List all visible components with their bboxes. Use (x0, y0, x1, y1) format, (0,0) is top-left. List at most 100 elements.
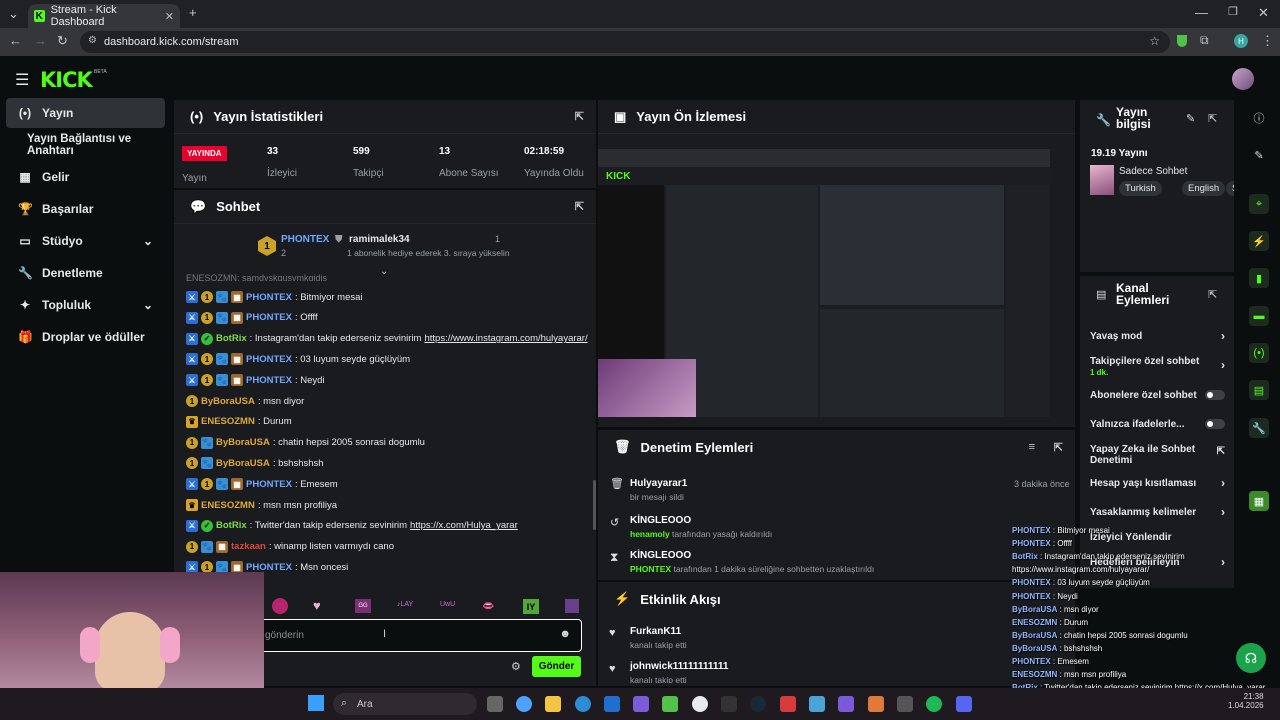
broadcast-icon[interactable]: (•) (1249, 343, 1269, 363)
chat-message[interactable]: ⚔ ✓ BotRix: Instagram'dan takip ederseniz … (186, 332, 588, 345)
popout-icon[interactable]: ⇱ (575, 200, 584, 213)
send-button[interactable]: Gönder (532, 656, 581, 677)
chat-message[interactable]: ⚔ 1 🐾 ▦ PHONTEX: Bitmiyor mesai (186, 291, 363, 303)
tag-chip[interactable]: Turkish (1119, 181, 1162, 196)
chat-message[interactable]: 1 🐾 ▦ tazkaan: winamp listen varmıydı cano (186, 540, 394, 553)
chat-username[interactable]: PHONTEX (246, 292, 292, 303)
action-emotes-only[interactable]: Yalnızca ifadelerle... (1090, 419, 1225, 430)
chat-message[interactable]: 1 ByBoraUSA: msn diyor (186, 395, 304, 407)
hamburger-menu-icon[interactable]: ☰ (15, 70, 29, 90)
popout-icon[interactable]: ⇱ (575, 110, 584, 123)
discord-icon[interactable] (956, 696, 972, 712)
sidebar-item-denetleme[interactable]: 🔧 Denetleme (6, 258, 165, 288)
chat-message[interactable]: ⚔ ✓ BotRix: Twitter'dan takip ederseniz se… (186, 519, 518, 532)
chat-message[interactable]: ♛ ENESOZMN: msn msn profiliya (186, 499, 337, 511)
support-chat-icon[interactable]: ☊ (1236, 643, 1266, 673)
edge-browser-icon[interactable] (575, 696, 591, 712)
outlook-icon[interactable] (604, 696, 620, 712)
heart-emote[interactable]: ♥ (313, 598, 321, 613)
trash-icon[interactable]: ▮ (1249, 268, 1269, 288)
chat-message[interactable]: 1 🐾 ByBoraUSA: bshshshsh (186, 457, 324, 470)
spotify-icon[interactable] (926, 696, 942, 712)
sidebar-item-stream-key[interactable]: Yayın Bağlantısı ve Anahtarı (6, 130, 165, 160)
info-icon[interactable]: ⓘ (1249, 108, 1269, 128)
sidebar-item-basarilar[interactable]: 🏆 Başarılar (6, 194, 165, 224)
emote-4[interactable]: ♪LAY (397, 601, 413, 608)
extensions-icon[interactable]: ⧉ (1200, 33, 1209, 48)
pinned-user-2[interactable]: ramimalek34 (349, 234, 410, 245)
toggle-switch[interactable] (1205, 390, 1225, 400)
chat-message[interactable]: ⚔ 1 🐾 ▦ PHONTEX: 03 luyum seyde güçlüyüm (186, 353, 410, 366)
chat-link[interactable]: https://x.com/Hulya_yarar (410, 520, 518, 531)
pinned-user[interactable]: PHONTEX (281, 234, 329, 245)
tag-chip[interactable]: English (1182, 181, 1226, 196)
chat-username[interactable]: PHONTEX (246, 375, 292, 386)
chat-message[interactable]: ⚔ 1 🐾 ▦ PHONTEX: Offff (186, 311, 318, 324)
edit-icon[interactable]: ✎ (1249, 145, 1269, 165)
chat-username[interactable]: ByBoraUSA (216, 437, 270, 448)
close-tab-icon[interactable]: ✕ (165, 10, 174, 23)
chat-username[interactable]: ENESOZMN (201, 416, 255, 427)
chat-message[interactable]: 1 🐾 ByBoraUSA: chatin hepsi 2005 sonrasi d… (186, 436, 425, 449)
new-tab-icon[interactable]: + (189, 5, 197, 20)
chat-username[interactable]: ENESOZMN (201, 500, 255, 511)
user-avatar[interactable] (1232, 68, 1254, 90)
chat-message[interactable]: ⚔ 1 🐾 ▦ PHONTEX: Neydi (186, 374, 325, 387)
chat-username[interactable]: ByBoraUSA (216, 458, 270, 469)
edge-icon[interactable] (516, 696, 532, 712)
category-name[interactable]: Sadece Sohbet (1119, 166, 1187, 177)
emote-7[interactable]: IY (523, 599, 539, 614)
chat-username[interactable]: tazkaan (231, 541, 266, 552)
taskbar-search[interactable]: ⌕ Ara (333, 693, 477, 715)
lightning-icon[interactable]: ⚡ (1249, 231, 1269, 251)
close-window-icon[interactable]: ✕ (1258, 5, 1269, 21)
stream-preview-video[interactable]: KICK (598, 149, 1050, 417)
chat-scrollbar[interactable] (593, 480, 596, 530)
maximize-icon[interactable]: ❐ (1228, 5, 1238, 18)
profile-avatar[interactable]: H (1234, 34, 1248, 48)
sidebar-item-topluluk[interactable]: ✦ Topluluk ⌄ (6, 290, 165, 320)
category-icon[interactable]: ▦ (1249, 491, 1269, 511)
action-ai-moderation[interactable]: Yapay Zeka ile Sohbet Denetimi ⇱ (1090, 444, 1225, 466)
action-account-age[interactable]: Hesap yaşı kısıtlaması › (1090, 476, 1225, 490)
action-slow-mode[interactable]: Yavaş mod › (1090, 329, 1225, 343)
kick-app-icon[interactable] (662, 696, 678, 712)
action-subscribers-only[interactable]: Abonelere özel sohbet (1090, 390, 1225, 401)
app-icon[interactable] (838, 696, 854, 712)
action-banned-words[interactable]: Yasaklanmış kelimeler › (1090, 505, 1225, 519)
channel-actions-icon[interactable]: ▤ (1249, 380, 1269, 400)
chat-message[interactable]: ♛ ENESOZMN: Durum (186, 415, 292, 428)
chat-bubble-icon[interactable]: ▬ (1249, 306, 1269, 326)
chat-username[interactable]: BotRix (216, 333, 247, 344)
filter-icon[interactable]: ≡ (1029, 441, 1035, 453)
sidebar-item-droplar[interactable]: 🎁 Droplar ve ödüller (6, 322, 165, 352)
address-bar[interactable]: ⚙ dashboard.kick.com/stream ☆ (80, 31, 1170, 53)
popout-icon[interactable]: ⇱ (1208, 288, 1217, 301)
action-followers-only[interactable]: Takipçilere özel sohbet 1 dk. › (1090, 356, 1225, 377)
wrench-icon[interactable]: 🔧 (1249, 418, 1269, 438)
app-icon[interactable] (809, 696, 825, 712)
chat-username[interactable]: BotRix (216, 520, 247, 531)
tag-chip[interactable]: S (1226, 181, 1234, 196)
emoji-icon[interactable]: ☻ (559, 628, 571, 640)
chrome-icon[interactable] (692, 696, 708, 712)
sidebar-item-studyo[interactable]: ▭ Stüdyo ⌄ (6, 226, 165, 256)
browser-tab[interactable]: K Stream - Kick Dashboard ✕ (28, 4, 180, 28)
explorer-icon[interactable] (545, 696, 561, 712)
sidebar-item-yayin[interactable]: (•) Yayın (6, 98, 165, 128)
emote-5[interactable]: UwU (440, 601, 455, 608)
minimize-icon[interactable]: — (1195, 5, 1208, 20)
app-icon[interactable] (868, 696, 884, 712)
emote-8[interactable] (565, 599, 579, 613)
kick-logo[interactable]: KICK (40, 68, 93, 92)
browser-menu-icon[interactable]: ⋮ (1261, 33, 1274, 49)
lips-emote[interactable]: 👄 (482, 601, 494, 612)
sidebar-item-gelir[interactable]: ▦ Gelir (6, 162, 165, 192)
popout-icon[interactable]: ⇱ (1208, 112, 1217, 125)
toggle-switch[interactable] (1205, 419, 1225, 429)
clock[interactable]: 21:38 1.04.2026 (1228, 692, 1264, 710)
bookmark-star-icon[interactable]: ☆ (1149, 34, 1160, 48)
chat-username[interactable]: PHONTEX (246, 312, 292, 323)
taskview-icon[interactable] (487, 696, 503, 712)
focus-icon[interactable]: ⌖ (1249, 194, 1269, 214)
